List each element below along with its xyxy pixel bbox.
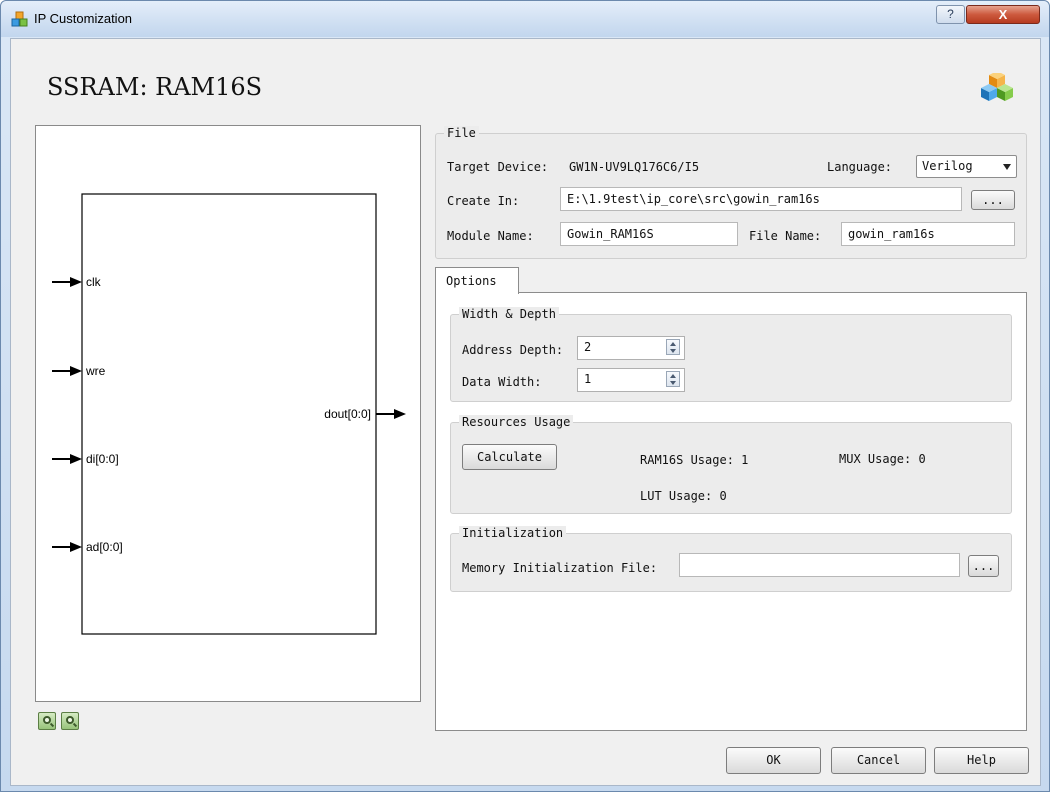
port-dout-arrow [376,409,406,419]
file-group-title: File [444,126,479,140]
chevron-down-icon [1003,164,1011,170]
mux-usage-text: MUX Usage: 0 [839,452,926,466]
title-help-button[interactable]: ? [936,5,965,24]
port-label-ad: ad[0:0] [86,540,123,554]
create-in-input[interactable]: E:\1.9test\ip_core\src\gowin_ram16s [560,187,962,211]
calculate-button[interactable]: Calculate [462,444,557,470]
initialization-title: Initialization [459,526,567,540]
ram16s-usage-text: RAM16S Usage: 1 [640,453,749,467]
resources-usage-title: Resources Usage [459,415,574,429]
spinner-arrows-icon[interactable] [666,339,680,355]
ip-cubes-icon [11,11,28,27]
cancel-button[interactable]: Cancel [831,747,926,774]
spinner-arrows-icon[interactable] [666,371,680,387]
create-in-label: Create In: [447,194,520,208]
block-diagram: clk wre di[0:0] ad[0:0] dout[0:0] [52,193,406,635]
language-label: Language: [827,160,893,174]
file-name-input[interactable]: gowin_ram16s [841,222,1015,246]
port-di-arrow [52,454,82,464]
memory-init-file-label: Memory Initialization File: [462,561,658,575]
lut-usage-text: LUT Usage: 0 [640,489,727,503]
port-wre-arrow [52,366,82,376]
tab-options[interactable]: Options [435,267,519,294]
port-label-di: di[0:0] [86,452,119,466]
module-name-input[interactable]: Gowin_RAM16S [560,222,738,246]
ip-logo-icon [981,73,1013,101]
data-width-label: Data Width: [462,375,542,389]
title-bar: IP Customization ? X [1,1,1049,37]
data-width-spinbox[interactable]: 1 [577,368,685,392]
zoom-in-icon[interactable] [38,712,56,730]
port-clk-arrow [52,277,82,287]
port-ad-arrow [52,542,82,552]
language-select[interactable]: Verilog [916,155,1017,178]
memory-init-browse-button[interactable]: ... [968,555,999,577]
target-device-value: GW1N-UV9LQ176C6/I5 [569,160,700,174]
module-name-label: Module Name: [447,229,534,243]
help-button[interactable]: Help [934,747,1029,774]
target-device-label: Target Device: [447,160,549,174]
ip-customization-window: IP Customization ? X SSRAM: RAM16S clk w… [0,0,1050,792]
window-title: IP Customization [34,11,133,26]
width-depth-title: Width & Depth [459,307,559,321]
port-label-dout: dout[0:0] [324,407,371,421]
close-button[interactable]: X [966,5,1040,24]
page-title: SSRAM: RAM16S [47,73,263,101]
port-label-wre: wre [85,364,106,378]
file-name-label: File Name: [749,229,822,243]
address-depth-spinbox[interactable]: 2 [577,336,685,360]
address-depth-label: Address Depth: [462,343,564,357]
ok-button[interactable]: OK [726,747,821,774]
memory-init-file-input[interactable] [679,553,960,577]
block-diagram-panel: clk wre di[0:0] ad[0:0] dout[0:0] [35,125,421,702]
port-label-clk: clk [86,275,102,289]
zoom-out-icon[interactable] [61,712,79,730]
create-in-browse-button[interactable]: ... [971,190,1015,210]
